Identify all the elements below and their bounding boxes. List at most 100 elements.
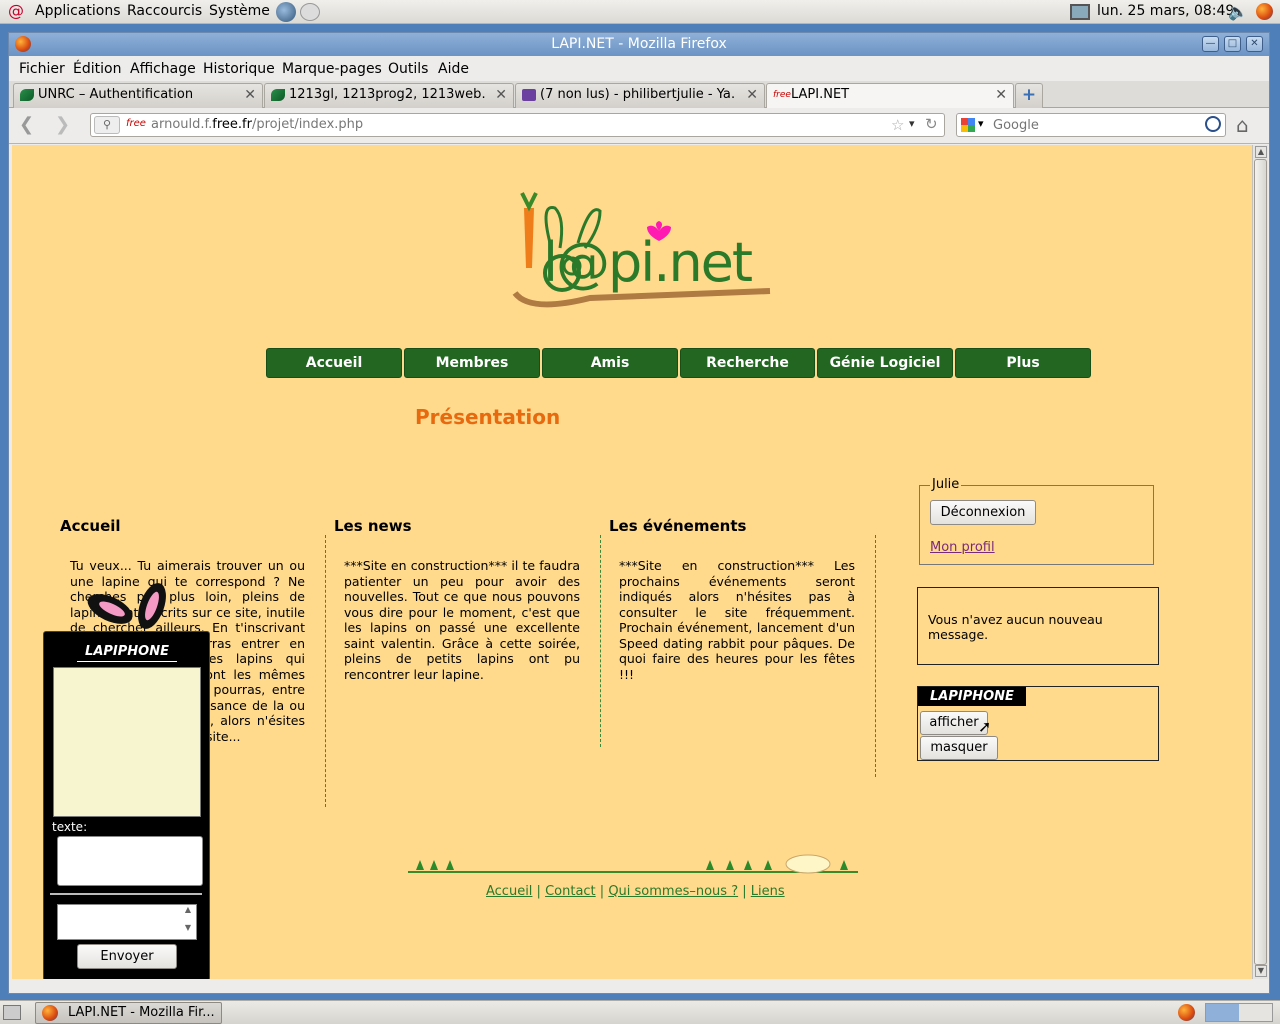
- menu-marque-pages[interactable]: Marque-pages: [282, 61, 382, 77]
- tab-unrc[interactable]: UNRC – Authentification ✕: [13, 83, 263, 108]
- url-text[interactable]: arnould.f.free.fr/projet/index.php: [151, 117, 363, 132]
- menu-fichier[interactable]: Fichier: [19, 61, 65, 77]
- show-desktop-icon[interactable]: [3, 1005, 21, 1020]
- column-divider: [875, 535, 876, 777]
- scroll-down-icon[interactable]: ▼: [1255, 965, 1267, 977]
- nav-genie-logiciel[interactable]: Génie Logiciel: [817, 348, 953, 378]
- title-bar[interactable]: LAPI.NET - Mozilla Firefox — □ ✕: [9, 33, 1269, 56]
- scroll-up-icon[interactable]: ▲: [1255, 146, 1267, 158]
- footer-link-liens[interactable]: Liens: [751, 884, 785, 899]
- lapiphone-widget-title: LAPIPHONE: [918, 687, 1026, 706]
- lapiphone-popup: LAPIPHONE texte: ▲ ▼ Envoyer: [43, 631, 210, 979]
- search-magnifier-icon[interactable]: [1205, 116, 1221, 132]
- lapiphone-recipient-field[interactable]: ▲ ▼: [57, 904, 197, 940]
- history-dropdown-icon[interactable]: ▾: [909, 117, 915, 130]
- debian-logo-icon[interactable]: @: [8, 3, 24, 21]
- tab-lapi-net[interactable]: free LAPI.NET ✕: [766, 83, 1014, 109]
- send-button[interactable]: Envoyer: [77, 944, 177, 969]
- column-title: Accueil: [60, 517, 121, 535]
- mail-launcher-icon[interactable]: [300, 3, 320, 21]
- menu-historique[interactable]: Historique: [203, 61, 275, 77]
- menu-outils[interactable]: Outils: [388, 61, 428, 77]
- column-evenements: Les événements ***Site en construction**…: [609, 517, 855, 682]
- applications-menu[interactable]: Applications: [35, 3, 121, 19]
- footer-link-qui-sommes-nous[interactable]: Qui sommes–nous ?: [608, 884, 738, 899]
- top-panel: @ Applications Raccourcis Système lun. 2…: [0, 0, 1280, 24]
- tab-label: LAPI.NET: [791, 87, 850, 102]
- new-tab-button[interactable]: +: [1015, 83, 1043, 108]
- tab-close-icon[interactable]: ✕: [244, 84, 256, 106]
- messages-box: Vous n'avez aucun nouveau message.: [917, 587, 1159, 665]
- scroll-thumb[interactable]: [1254, 159, 1267, 965]
- menu-edition[interactable]: Édition: [73, 61, 121, 77]
- lapiphone-messages-area[interactable]: [53, 667, 201, 817]
- navigation-toolbar: ❮ ❯ ⚲ free arnould.f.free.fr/projet/inde…: [9, 108, 1269, 144]
- tab-close-icon[interactable]: ✕: [995, 84, 1007, 106]
- taskbar-firefox-window[interactable]: LAPI.NET - Mozilla Fir...: [35, 1002, 222, 1024]
- google-engine-icon[interactable]: [961, 118, 975, 132]
- clock[interactable]: lun. 25 mars, 08:49: [1097, 3, 1234, 19]
- tab-close-icon[interactable]: ✕: [495, 84, 507, 106]
- tab-close-icon[interactable]: ✕: [746, 84, 758, 106]
- network-icon[interactable]: [1070, 4, 1090, 20]
- profile-link[interactable]: Mon profil: [930, 540, 995, 555]
- shortcuts-menu[interactable]: Raccourcis: [127, 3, 202, 19]
- rabbit-ears-icon: [82, 581, 177, 635]
- nav-membres[interactable]: Membres: [404, 348, 540, 378]
- firefox-tray-icon[interactable]: [1256, 3, 1273, 20]
- tab-1213gl[interactable]: 1213gl, 1213prog2, 1213web… ✕: [264, 83, 514, 108]
- firefox-icon[interactable]: [15, 36, 31, 52]
- mouse-cursor-icon: ➚: [978, 717, 992, 736]
- spinner-down-icon[interactable]: ▼: [182, 923, 194, 939]
- nav-recherche[interactable]: Recherche: [680, 348, 815, 378]
- footer-link-accueil[interactable]: Accueil: [486, 884, 532, 899]
- hide-lapiphone-button[interactable]: masquer: [920, 736, 998, 760]
- window-title: LAPI.NET - Mozilla Firefox: [551, 36, 727, 52]
- footer-link-contact[interactable]: Contact: [545, 884, 596, 899]
- free-favicon-icon: free: [126, 118, 146, 129]
- workspace-switcher[interactable]: [1205, 1003, 1273, 1022]
- logo-text: l@pi.net: [543, 231, 753, 294]
- url-domain: free.fr: [212, 117, 252, 132]
- column-divider: [600, 535, 601, 747]
- menu-affichage[interactable]: Affichage: [130, 61, 196, 77]
- mail-favicon-icon: [522, 89, 536, 101]
- minimize-button[interactable]: —: [1202, 36, 1219, 52]
- close-window-button[interactable]: ✕: [1246, 36, 1263, 52]
- page-content: l@pi.net Accueil Membres Amis Recherche …: [12, 145, 1252, 979]
- site-identity-icon[interactable]: ⚲: [94, 116, 120, 134]
- user-box-legend: Julie: [930, 477, 962, 492]
- spinner-up-icon[interactable]: ▲: [182, 905, 194, 921]
- volume-icon[interactable]: 🔈: [1228, 2, 1248, 21]
- lapiphone-popup-title: LAPIPHONE: [77, 642, 177, 662]
- nav-amis[interactable]: Amis: [542, 348, 678, 378]
- search-box[interactable]: ▾: [956, 113, 1226, 137]
- maximize-button[interactable]: □: [1224, 36, 1241, 52]
- firefox-tray-icon[interactable]: [1178, 1004, 1195, 1021]
- menu-aide[interactable]: Aide: [438, 61, 469, 77]
- messages-text: Vous n'avez aucun nouveau message.: [928, 612, 1103, 642]
- firefox-window: LAPI.NET - Mozilla Firefox — □ ✕ Fichier…: [8, 32, 1270, 994]
- home-button-icon[interactable]: ⌂: [1236, 113, 1249, 137]
- lapiphone-text-field[interactable]: [57, 836, 203, 886]
- footer-links: Accueil | Contact | Qui sommes–nous ? | …: [486, 884, 785, 899]
- tab-yahoo-mail[interactable]: (7 non lus) - philibertjulie - Ya… ✕: [515, 83, 765, 108]
- free-favicon-icon: free: [773, 90, 791, 100]
- engine-dropdown-icon[interactable]: ▾: [978, 117, 984, 130]
- nav-plus[interactable]: Plus: [955, 348, 1091, 378]
- bookmark-star-icon[interactable]: ☆: [891, 116, 904, 134]
- url-path: /projet/index.php: [251, 117, 364, 132]
- column-text: ***Site en construction*** il te faudra …: [344, 558, 580, 682]
- system-menu[interactable]: Système: [209, 3, 270, 19]
- nav-accueil[interactable]: Accueil: [266, 348, 402, 378]
- back-button[interactable]: ❮: [19, 114, 34, 135]
- column-title: Les événements: [609, 517, 747, 535]
- logout-button[interactable]: Déconnexion: [930, 500, 1036, 525]
- lapi-logo[interactable]: l@pi.net: [510, 173, 775, 323]
- web-browser-launcher-icon[interactable]: [276, 2, 296, 22]
- search-input[interactable]: [993, 116, 1193, 134]
- reload-icon[interactable]: ↻: [925, 115, 938, 133]
- forward-button[interactable]: ❯: [55, 114, 70, 135]
- vertical-scrollbar[interactable]: ▲ ▼: [1252, 145, 1268, 979]
- url-bar[interactable]: ⚲ free arnould.f.free.fr/projet/index.ph…: [90, 113, 945, 137]
